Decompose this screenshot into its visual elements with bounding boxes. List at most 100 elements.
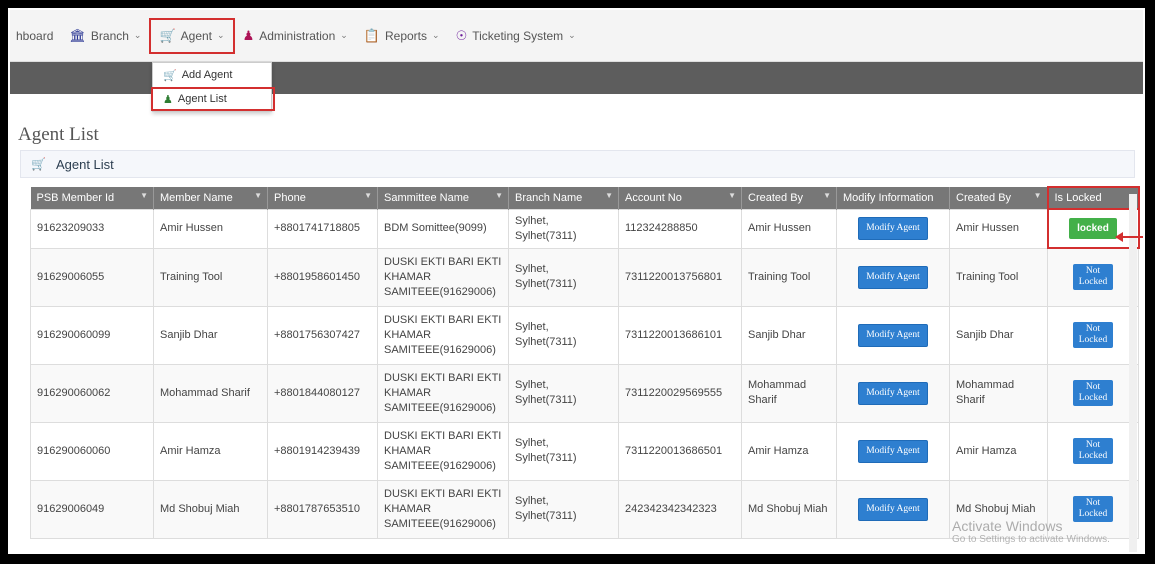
cell-member-id-text: 91623209033: [37, 222, 105, 234]
cell-created-by: Md Shobuj Miah: [741, 479, 837, 539]
app-window: hboard 🏛 Branch ⌄ 🛒 Agent ⌄ ♟ Administra…: [6, 6, 1147, 556]
cell-created-by-2: Amir Hamza: [949, 421, 1048, 481]
column-header[interactable]: Account No ▼: [618, 187, 742, 209]
cell-created-by-text: Training Tool: [748, 270, 811, 283]
ticket-icon: ☉: [455, 27, 468, 43]
modify-agent-button[interactable]: Modify Agent: [858, 439, 928, 463]
filter-icon[interactable]: ▼: [605, 191, 613, 200]
cell-phone: +8801914239439: [267, 421, 378, 481]
cell-branch: Sylhet, Sylhet(7311): [508, 208, 619, 249]
nav-branch[interactable]: 🏛 Branch ⌄: [61, 21, 149, 51]
users-icon: ♟: [163, 93, 173, 106]
filter-icon[interactable]: ▼: [823, 191, 831, 200]
filter-icon[interactable]: ▼: [495, 191, 503, 200]
cell-created-by: Amir Hamza: [741, 421, 837, 481]
filter-icon[interactable]: ▼: [1034, 191, 1042, 200]
filter-icon[interactable]: ▼: [728, 191, 736, 200]
nav-agent[interactable]: 🛒 Agent ⌄: [149, 17, 235, 54]
cell-member-id: 916290060099: [30, 305, 154, 365]
table-body: 91623209033 Amir Hussen +8801741718805 BDM …: [30, 208, 1140, 539]
modify-agent-button[interactable]: Modify Agent: [858, 323, 928, 347]
menu-item-add-agent[interactable]: 🛒 Add Agent: [153, 63, 271, 87]
cell-account-text: 7311220013686501: [625, 444, 723, 457]
cell-member-name: Sanjib Dhar: [153, 305, 268, 365]
cell-branch: Sylhet, Sylhet(7311): [508, 305, 619, 365]
column-header[interactable]: Member Name ▼: [153, 187, 268, 209]
cell-created-by: Sanjib Dhar: [741, 305, 837, 365]
nav-reports[interactable]: 📋 Reports ⌄: [356, 21, 448, 51]
table-row: 91623209033 Amir Hussen +8801741718805 BDM …: [30, 208, 1140, 249]
cell-created-by-text: Amir Hamza: [748, 444, 809, 457]
cell-sammittee: DUSKI EKTI BARI EKTI KHAMAR SAMITEEE(916…: [377, 305, 509, 365]
nav-administration[interactable]: ♟ Administration ⌄: [235, 21, 356, 51]
cell-account: 7311220029569555: [618, 363, 742, 423]
column-header[interactable]: Modify Information: [836, 187, 950, 209]
chevron-down-icon: ⌄: [217, 30, 225, 40]
column-header[interactable]: Sammittee Name ▼: [377, 187, 509, 209]
column-header-label: Account No: [625, 191, 682, 204]
cell-phone-text: +8801958601450: [274, 270, 360, 283]
document-icon: 📋: [363, 27, 380, 43]
cell-account: 112324288850: [618, 208, 742, 249]
column-header[interactable]: Created By ▼: [949, 187, 1048, 209]
table-row: 916290060060 Amir Hamza +8801914239439 DUSK…: [30, 421, 1139, 481]
cell-account: 242342342342323: [618, 479, 742, 539]
menu-item-label: Agent List: [177, 93, 227, 105]
cell-created-by-2-text: Mohammad Sharif: [956, 379, 1015, 406]
cart-icon: 🛒: [163, 69, 177, 82]
column-header[interactable]: Phone ▼: [267, 187, 378, 209]
cell-member-name: Amir Hussen: [153, 208, 268, 249]
nav-dashboard-label: hboard: [16, 28, 54, 43]
cell-phone: +8801958601450: [267, 247, 378, 307]
cell-modify: Modify Agent: [836, 421, 950, 481]
not-locked-button[interactable]: Not Locked: [1073, 264, 1113, 291]
not-locked-button[interactable]: Not Locked: [1073, 380, 1113, 406]
cell-is-locked: Not Locked: [1047, 479, 1139, 539]
filter-icon[interactable]: ▼: [254, 191, 262, 200]
modify-agent-button[interactable]: Modify Agent: [858, 497, 928, 521]
cell-member-name: Amir Hamza: [153, 421, 268, 481]
cell-sammittee: DUSKI EKTI BARI EKTI KHAMAR SAMITEEE(916…: [377, 363, 509, 423]
not-locked-button[interactable]: Not Locked: [1073, 496, 1113, 522]
chevron-down-icon: ⌄: [568, 30, 576, 40]
locked-button[interactable]: locked: [1069, 218, 1117, 239]
cell-created-by-2: Sanjib Dhar: [949, 305, 1048, 365]
filter-icon[interactable]: ▼: [140, 191, 148, 200]
cell-member-name: Training Tool: [153, 247, 268, 307]
chevron-down-icon: ⌄: [133, 30, 142, 40]
cell-member-id: 916290060062: [30, 363, 154, 423]
table-row: 916290060099 Sanjib Dhar +8801756307427 DUS…: [30, 305, 1139, 365]
cell-created-by: Mohammad Sharif: [741, 363, 837, 423]
modify-agent-button[interactable]: Modify Agent: [858, 217, 928, 240]
cell-account: 7311220013756801: [618, 247, 742, 307]
agent-table-container: PSB Member Id ▼ Member Name ▼ Phone ▼ Sammitte…: [30, 186, 1140, 539]
menu-item-agent-list[interactable]: ♟ Agent List: [151, 87, 275, 111]
cell-phone-text: +8801756307427: [274, 328, 360, 341]
nav-dashboard[interactable]: hboard: [10, 21, 61, 51]
cell-member-id-text: 91629006049: [37, 502, 105, 515]
scrollbar[interactable]: [1129, 194, 1137, 552]
not-locked-button[interactable]: Not Locked: [1073, 322, 1113, 348]
top-navigation: hboard 🏛 Branch ⌄ 🛒 Agent ⌄ ♟ Administra…: [10, 10, 1143, 62]
cell-branch: Sylhet, Sylhet(7311): [508, 363, 619, 423]
chevron-down-icon: ⌄: [432, 30, 440, 40]
column-header[interactable]: Branch Name ▼: [508, 187, 619, 209]
cart-icon: 🛒: [31, 157, 46, 171]
modify-agent-button[interactable]: Modify Agent: [858, 265, 928, 289]
column-header[interactable]: Is Locked: [1046, 186, 1140, 210]
column-header-label: PSB Member Id: [36, 191, 115, 204]
cell-member-name-text: Sanjib Dhar: [160, 328, 218, 341]
cell-branch-text: Sylhet, Sylhet(7311): [515, 321, 577, 348]
not-locked-button[interactable]: Not Locked: [1073, 438, 1113, 464]
filter-icon[interactable]: ▼: [364, 191, 372, 200]
cell-member-id-text: 91629006055: [37, 270, 105, 283]
column-header[interactable]: PSB Member Id ▼: [30, 187, 154, 209]
nav-ticketing-system[interactable]: ☉ Ticketing System ⌄: [448, 21, 584, 51]
cell-sammittee-text: DUSKI EKTI BARI EKTI KHAMAR SAMITEEE(916…: [384, 255, 502, 298]
column-header[interactable]: Created By ▼: [741, 187, 837, 209]
modify-agent-button[interactable]: Modify Agent: [858, 381, 928, 405]
cell-sammittee-text: BDM Somittee(9099): [384, 222, 487, 234]
cell-created-by: Amir Hussen: [741, 208, 837, 249]
table-row: 91629006049 Md Shobuj Miah +8801787653510 D…: [30, 479, 1139, 539]
cell-created-by-text: Amir Hussen: [748, 222, 811, 234]
